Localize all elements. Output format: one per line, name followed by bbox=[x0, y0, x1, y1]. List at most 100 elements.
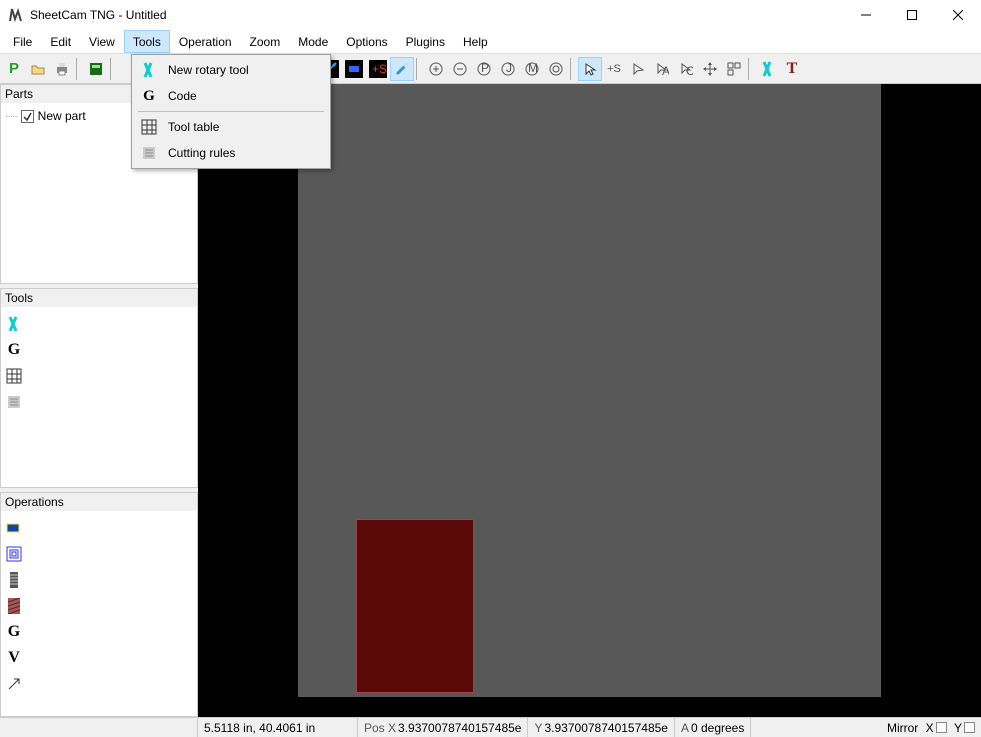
status-dimensions: 5.5118 in, 40.4061 in bbox=[198, 718, 358, 737]
svg-text:+S: +S bbox=[372, 62, 387, 76]
svg-text:A: A bbox=[662, 64, 669, 76]
tools-panel-header: Tools bbox=[1, 289, 197, 307]
tools-panel: Tools G bbox=[0, 288, 198, 488]
toolbar-probe-button[interactable] bbox=[390, 57, 414, 81]
cutting-rules-icon bbox=[140, 144, 158, 162]
menu-item-label: Code bbox=[168, 89, 197, 103]
toolbar-dark-2[interactable] bbox=[342, 57, 366, 81]
menu-operation[interactable]: Operation bbox=[170, 30, 241, 53]
status-dim-value: 5.5118 in, 40.4061 in bbox=[204, 721, 315, 735]
toolbar-zoom-job[interactable]: J bbox=[496, 57, 520, 81]
menu-tool-table[interactable]: Tool table bbox=[134, 114, 328, 140]
canvas[interactable] bbox=[198, 84, 981, 717]
toolbar-post-button[interactable]: P bbox=[2, 57, 26, 81]
toolbar-separator bbox=[748, 58, 754, 80]
toolbar-dark-3[interactable]: +S bbox=[366, 57, 390, 81]
toolbar-zoom-part[interactable]: P bbox=[472, 57, 496, 81]
toolbar-zoom-machine[interactable] bbox=[544, 57, 568, 81]
op-contour-icon[interactable] bbox=[5, 519, 23, 537]
status-left-spacer bbox=[0, 718, 198, 737]
menu-view[interactable]: View bbox=[80, 30, 124, 53]
toolbar-select-arrow[interactable] bbox=[578, 57, 602, 81]
menu-file[interactable]: File bbox=[4, 30, 41, 53]
menu-separator bbox=[138, 111, 324, 112]
left-column: Parts ····· New part Tools G bbox=[0, 84, 198, 717]
toolbar-move[interactable] bbox=[698, 57, 722, 81]
svg-text:C: C bbox=[686, 64, 693, 76]
menu-cutting-rules[interactable]: Cutting rules bbox=[134, 140, 328, 166]
menu-edit[interactable]: Edit bbox=[41, 30, 80, 53]
menu-mode[interactable]: Mode bbox=[289, 30, 337, 53]
operations-listbox[interactable] bbox=[23, 515, 193, 712]
menu-zoom[interactable]: Zoom bbox=[241, 30, 290, 53]
status-posy-label: Y bbox=[534, 721, 542, 735]
status-angle-value: 0 degrees bbox=[691, 721, 744, 735]
toolbar-add-start[interactable]: +S bbox=[602, 57, 626, 81]
tree-connector-icon: ····· bbox=[5, 111, 17, 122]
menu-options[interactable]: Options bbox=[337, 30, 396, 53]
op-v-icon[interactable]: V bbox=[5, 649, 23, 667]
minimize-button[interactable] bbox=[843, 0, 889, 30]
op-expand-icon[interactable] bbox=[5, 675, 23, 693]
canvas-stock-shape bbox=[356, 519, 474, 693]
mirror-x-checkbox[interactable] bbox=[936, 722, 947, 733]
menu-new-rotary-tool[interactable]: New rotary tool bbox=[134, 57, 328, 83]
toolbar-separator bbox=[76, 58, 82, 80]
tools-dropdown: New rotary tool G Code Tool table Cuttin… bbox=[131, 54, 331, 169]
op-drill-icon[interactable] bbox=[5, 571, 23, 589]
menu-item-label: Cutting rules bbox=[168, 146, 235, 160]
rotary-tool-icon bbox=[140, 61, 158, 79]
toolbar-cursor-2[interactable] bbox=[626, 57, 650, 81]
title-bar: SheetCam TNG - Untitled bbox=[0, 0, 981, 30]
toolbar-cursor-a[interactable]: A bbox=[650, 57, 674, 81]
toolbar-zoom-in[interactable] bbox=[424, 57, 448, 81]
tool-gcode-icon[interactable]: G bbox=[5, 341, 23, 359]
op-hatch-icon[interactable] bbox=[5, 597, 23, 615]
svg-text:J: J bbox=[506, 61, 512, 75]
menu-tools[interactable]: Tools bbox=[124, 30, 170, 53]
toolbar-text-button[interactable]: T bbox=[780, 57, 804, 81]
toolbar-calculator-button[interactable] bbox=[84, 57, 108, 81]
tools-listbox[interactable] bbox=[23, 311, 193, 483]
toolbar-open-button[interactable] bbox=[26, 57, 50, 81]
maximize-button[interactable] bbox=[889, 0, 935, 30]
toolbar-separator bbox=[110, 58, 116, 80]
checkbox-icon[interactable] bbox=[21, 110, 34, 123]
status-mirror: Mirror X Y bbox=[881, 718, 981, 737]
tools-panel-body: G bbox=[1, 307, 197, 487]
toolbar-rotary-icon[interactable] bbox=[756, 57, 780, 81]
toolbar-separator bbox=[416, 58, 422, 80]
toolbar-separator bbox=[570, 58, 576, 80]
window-title: SheetCam TNG - Untitled bbox=[30, 8, 973, 22]
parts-tree-item-label: New part bbox=[38, 109, 86, 123]
gcode-icon: G bbox=[140, 87, 158, 105]
status-bar: 5.5118 in, 40.4061 in Pos X 3.9370078740… bbox=[0, 717, 981, 737]
status-posx: Pos X 3.9370078740157485e bbox=[358, 718, 528, 737]
menu-plugins[interactable]: Plugins bbox=[397, 30, 454, 53]
mirror-y-checkbox[interactable] bbox=[964, 722, 975, 733]
menu-item-label: New rotary tool bbox=[168, 63, 249, 77]
op-gcode-icon[interactable]: G bbox=[5, 623, 23, 641]
menu-help[interactable]: Help bbox=[454, 30, 497, 53]
table-icon bbox=[140, 118, 158, 136]
toolbar-nesting[interactable] bbox=[722, 57, 746, 81]
status-mirror-y-label: Y bbox=[954, 721, 962, 735]
toolbar-zoom-material[interactable]: M bbox=[520, 57, 544, 81]
close-button[interactable] bbox=[935, 0, 981, 30]
tool-rules-icon[interactable] bbox=[5, 393, 23, 411]
operations-panel: Operations G V bbox=[0, 492, 198, 717]
toolbar-zoom-out[interactable] bbox=[448, 57, 472, 81]
app-icon bbox=[8, 7, 24, 23]
tool-table-icon[interactable] bbox=[5, 367, 23, 385]
operations-panel-header: Operations bbox=[1, 493, 197, 511]
menu-code[interactable]: G Code bbox=[134, 83, 328, 109]
op-spiral-icon[interactable] bbox=[5, 545, 23, 563]
canvas-workarea bbox=[298, 84, 881, 697]
tools-icon-strip: G bbox=[5, 311, 23, 483]
operations-icon-strip: G V bbox=[5, 515, 23, 712]
tool-rotary-icon[interactable] bbox=[5, 315, 23, 333]
status-mirror-label: Mirror bbox=[887, 721, 918, 735]
status-angle: A 0 degrees bbox=[675, 718, 751, 737]
toolbar-print-button[interactable] bbox=[50, 57, 74, 81]
toolbar-cursor-c[interactable]: C bbox=[674, 57, 698, 81]
